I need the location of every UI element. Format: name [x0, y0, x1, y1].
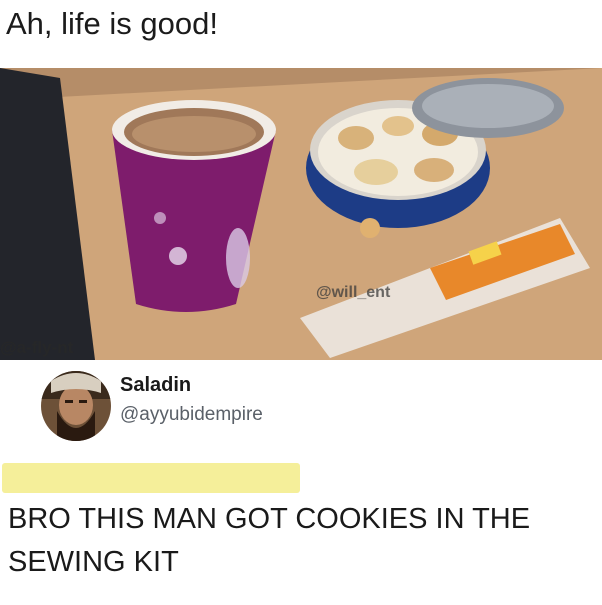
photo-illustration — [0, 68, 602, 360]
tin-lid — [412, 78, 564, 138]
highlight-bar — [2, 463, 300, 493]
avatar[interactable] — [41, 371, 111, 441]
photo-watermark: @will_ent — [316, 284, 391, 301]
avatar-portrait-icon — [41, 371, 111, 441]
photo-watermark-left: @a-fly-nt — [0, 338, 74, 357]
meme-caption: Ah, life is good! — [6, 6, 218, 41]
meme-photo: @will_ent — [0, 68, 602, 360]
tweet-text: BRO THIS MAN GOT COOKIES IN THE SEWING K… — [8, 503, 531, 578]
display-name[interactable]: Saladin — [120, 374, 191, 397]
user-handle[interactable]: @ayyubidempire — [120, 404, 263, 426]
tweet-card: Saladin @ayyubidempire BRO THIS MAN GOT … — [0, 360, 602, 605]
